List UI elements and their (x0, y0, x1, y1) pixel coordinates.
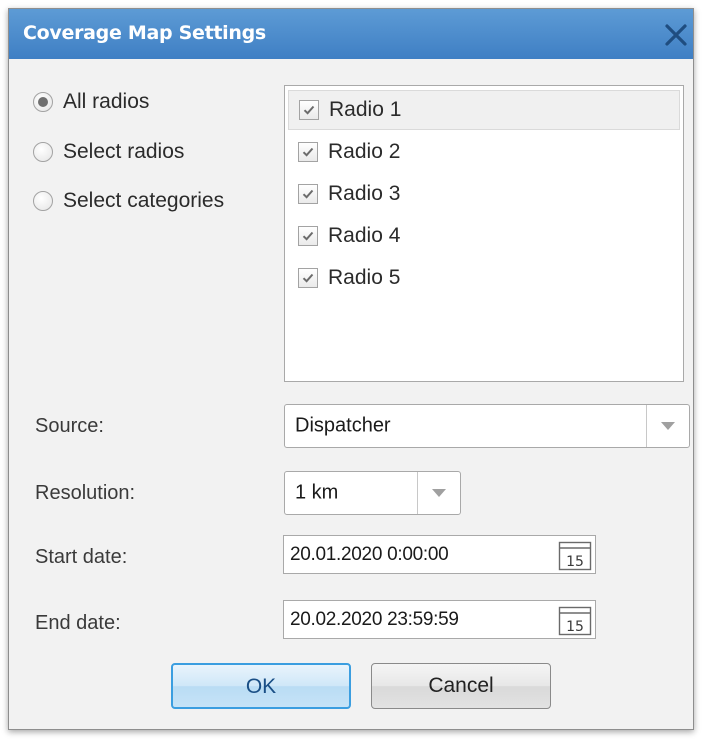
end-date-label: End date: (35, 612, 121, 634)
radio-label: Select radios (63, 140, 185, 163)
checkbox[interactable] (298, 268, 318, 288)
checkbox[interactable] (299, 100, 319, 120)
source-dropdown-toggle[interactable] (646, 405, 689, 447)
checkbox[interactable] (298, 184, 318, 204)
close-button[interactable] (659, 19, 693, 51)
list-item-radio-4[interactable]: Radio 4 (288, 216, 680, 256)
list-item-radio-5[interactable]: Radio 5 (288, 258, 680, 298)
close-icon (665, 24, 687, 46)
resolution-value: 1 km (295, 481, 339, 504)
radio-select-categories[interactable]: Select categories (33, 187, 224, 215)
radio-button-checked[interactable] (33, 92, 53, 112)
calendar-icon: 15 (558, 606, 592, 636)
list-item-radio-3[interactable]: Radio 3 (288, 174, 680, 214)
source-dropdown[interactable]: Dispatcher (284, 404, 690, 448)
radio-button[interactable] (33, 191, 53, 211)
start-date-label: Start date: (35, 546, 128, 568)
ok-button[interactable]: OK (171, 663, 351, 709)
source-label: Source: (35, 415, 104, 437)
source-value: Dispatcher (295, 414, 391, 437)
list-item-label: Radio 3 (328, 182, 401, 205)
coverage-map-settings-dialog: Coverage Map Settings All radios Select … (8, 8, 694, 730)
radio-label: All radios (63, 90, 150, 113)
end-date-value: 20.02.2020 23:59:59 (290, 608, 459, 630)
checkbox[interactable] (298, 142, 318, 162)
start-date-input[interactable]: 20.01.2020 0:00:00 15 (283, 535, 596, 574)
checkmark-icon (302, 231, 314, 241)
start-date-calendar-button[interactable]: 15 (558, 539, 592, 571)
resolution-label: Resolution: (35, 482, 136, 504)
list-item-label: Radio 4 (328, 224, 401, 247)
calendar-day: 15 (566, 619, 584, 635)
list-item-label: Radio 2 (328, 140, 401, 163)
resolution-dropdown[interactable]: 1 km (284, 471, 461, 515)
chevron-down-icon (432, 489, 446, 497)
start-date-value: 20.01.2020 0:00:00 (290, 543, 449, 565)
cancel-button[interactable]: Cancel (371, 663, 551, 709)
title-bar: Coverage Map Settings (9, 9, 693, 59)
checkmark-icon (303, 105, 315, 115)
checkmark-icon (302, 147, 314, 157)
calendar-icon: 15 (558, 541, 592, 571)
radio-select-radios[interactable]: Select radios (33, 138, 184, 166)
list-item-label: Radio 5 (328, 266, 401, 289)
list-item-radio-2[interactable]: Radio 2 (288, 132, 680, 172)
end-date-input[interactable]: 20.02.2020 23:59:59 15 (283, 600, 596, 639)
end-date-calendar-button[interactable]: 15 (558, 604, 592, 636)
calendar-day: 15 (566, 554, 584, 570)
list-item-radio-1[interactable]: Radio 1 (288, 90, 680, 130)
radio-button[interactable] (33, 142, 53, 162)
dialog-title: Coverage Map Settings (23, 22, 266, 44)
radio-all-radios[interactable]: All radios (33, 88, 149, 116)
checkmark-icon (302, 189, 314, 199)
list-item-label: Radio 1 (329, 98, 402, 121)
resolution-dropdown-toggle[interactable] (417, 472, 460, 514)
radio-label: Select categories (63, 189, 225, 212)
checkbox[interactable] (298, 226, 318, 246)
chevron-down-icon (661, 422, 675, 430)
radios-checklist[interactable]: Radio 1 Radio 2 Radio 3 Radio 4 Radio 5 (284, 85, 684, 382)
checkmark-icon (302, 273, 314, 283)
